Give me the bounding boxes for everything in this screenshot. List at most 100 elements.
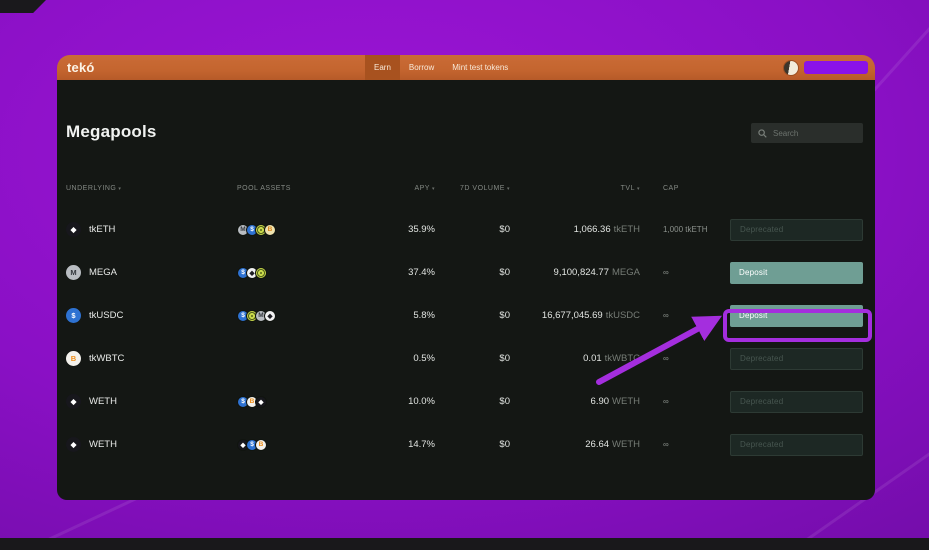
underlying-token-icon: ◆	[66, 437, 81, 452]
app-logo[interactable]: tekó	[67, 60, 95, 75]
underlying-token-name: tkETH	[89, 224, 115, 235]
table-row: $ tkUSDC $M◆ 5.8% $0 16,677,045.69tkUSDC…	[66, 294, 863, 337]
gold-b-coin-icon: B	[264, 224, 276, 236]
nav-item-earn[interactable]: Earn	[365, 55, 400, 80]
action-button[interactable]: Deposit	[730, 262, 863, 284]
pool-assets-cell: M$B	[237, 224, 337, 236]
underlying-cell: B tkWBTC	[66, 351, 237, 366]
action-button: Deprecated	[730, 219, 863, 241]
sort-icon: ▾	[637, 186, 640, 192]
nav-item-mint-test-tokens[interactable]: Mint test tokens	[443, 55, 517, 80]
column-header-apy[interactable]: APY▾	[337, 185, 435, 192]
action-cell: Deprecated	[730, 391, 863, 413]
table-row: ◆ WETH ◆$B 14.7% $0 26.64WETH ∞ Deprecat…	[66, 423, 863, 466]
apy-value: 5.8%	[337, 310, 435, 321]
column-header-underlying[interactable]: UNDERLYING▾	[66, 185, 237, 192]
underlying-cell: ◆ WETH	[66, 394, 237, 409]
underlying-token-icon: B	[66, 351, 81, 366]
underlying-cell: ◆ WETH	[66, 437, 237, 452]
tvl-cell: 1,066.36tkETH	[510, 224, 640, 235]
apy-value: 14.7%	[337, 439, 435, 450]
sort-icon: ▾	[432, 186, 435, 192]
table-row: ◆ tkETH M$B 35.9% $0 1,066.36tkETH 1,000…	[66, 208, 863, 251]
action-button: Deprecated	[730, 391, 863, 413]
search-box[interactable]	[751, 123, 863, 143]
table-row: M MEGA $◆ 37.4% $0 9,100,824.77MEGA ∞ De…	[66, 251, 863, 294]
underlying-cell: M MEGA	[66, 265, 237, 280]
action-cell: Deprecated	[730, 219, 863, 241]
apy-value: 10.0%	[337, 396, 435, 407]
desktop-background: tekó Earn Borrow Mint test tokens Megapo…	[0, 0, 929, 550]
volume-value: $0	[435, 224, 510, 235]
tvl-amount: 6.90	[591, 396, 610, 407]
tvl-cell: 6.90WETH	[510, 396, 640, 407]
search-icon	[758, 129, 767, 138]
volume-value: $0	[435, 310, 510, 321]
tvl-unit: tkETH	[614, 224, 640, 235]
action-button: Deprecated	[730, 348, 863, 370]
cap-value: ∞	[640, 440, 730, 449]
action-button[interactable]: Deposit	[730, 305, 863, 327]
underlying-token-icon: ◆	[66, 222, 81, 237]
underlying-token-name: WETH	[89, 439, 117, 450]
sort-icon: ▾	[118, 186, 121, 192]
wallet-address-redacted[interactable]	[804, 61, 868, 74]
table-body: ◆ tkETH M$B 35.9% $0 1,066.36tkETH 1,000…	[66, 208, 863, 466]
underlying-cell: ◆ tkETH	[66, 222, 237, 237]
megapools-table: UNDERLYING▾ POOL ASSETS APY▾ 7D VOLUME▾ …	[66, 176, 863, 466]
wbtc-coin-icon: B	[255, 439, 267, 451]
volume-value: $0	[435, 439, 510, 450]
eth-white-coin-icon: ◆	[264, 310, 276, 322]
tvl-amount: 1,066.36	[574, 224, 611, 235]
column-header-7d-volume[interactable]: 7D VOLUME▾	[435, 185, 510, 192]
tvl-unit: WETH	[612, 439, 640, 450]
action-cell: Deposit	[730, 305, 863, 327]
app-header: tekó Earn Borrow Mint test tokens	[57, 55, 875, 80]
tvl-unit: MEGA	[612, 267, 640, 278]
column-header-pool-assets: POOL ASSETS	[237, 185, 337, 192]
cap-value: ∞	[640, 268, 730, 277]
underlying-token-name: WETH	[89, 396, 117, 407]
background-bottom-band	[0, 538, 929, 550]
tvl-amount: 9,100,824.77	[554, 267, 609, 278]
action-cell: Deprecated	[730, 348, 863, 370]
underlying-token-name: tkWBTC	[89, 353, 124, 364]
volume-value: $0	[435, 353, 510, 364]
page-title: Megapools	[66, 122, 157, 142]
cap-value: ∞	[640, 397, 730, 406]
search-input[interactable]	[771, 128, 856, 139]
background-corner-patch	[0, 0, 46, 13]
pool-assets-cell: ◆$B	[237, 439, 337, 451]
main-nav: Earn Borrow Mint test tokens	[365, 55, 517, 80]
nav-item-borrow[interactable]: Borrow	[400, 55, 443, 80]
tvl-unit: tkUSDC	[606, 310, 640, 321]
action-cell: Deposit	[730, 262, 863, 284]
tvl-amount: 16,677,045.69	[542, 310, 603, 321]
wallet-avatar[interactable]	[783, 60, 799, 76]
cap-value: ∞	[640, 311, 730, 320]
eth-black-coin-icon: ◆	[255, 396, 267, 408]
pool-assets-cell: $M◆	[237, 310, 337, 322]
apy-value: 35.9%	[337, 224, 435, 235]
column-header-tvl[interactable]: TVL▾	[510, 185, 640, 192]
underlying-token-name: tkUSDC	[89, 310, 123, 321]
pool-assets-cell: $B◆	[237, 396, 337, 408]
wallet-widget[interactable]	[783, 55, 868, 80]
underlying-token-icon: $	[66, 308, 81, 323]
table-row: B tkWBTC 0.5% $0 0.01tkWBTC ∞ Deprecated	[66, 337, 863, 380]
cap-value: 1,000 tkETH	[640, 225, 730, 234]
volume-value: $0	[435, 267, 510, 278]
apy-value: 37.4%	[337, 267, 435, 278]
table-header-row: UNDERLYING▾ POOL ASSETS APY▾ 7D VOLUME▾ …	[66, 176, 863, 200]
sort-icon: ▾	[507, 186, 510, 192]
tvl-unit: WETH	[612, 396, 640, 407]
tvl-cell: 9,100,824.77MEGA	[510, 267, 640, 278]
tvl-unit: tkWBTC	[605, 353, 640, 364]
tvl-cell: 26.64WETH	[510, 439, 640, 450]
tvl-cell: 16,677,045.69tkUSDC	[510, 310, 640, 321]
tvl-cell: 0.01tkWBTC	[510, 353, 640, 364]
cap-value: ∞	[640, 354, 730, 363]
underlying-token-name: MEGA	[89, 267, 117, 278]
column-header-cap: CAP	[640, 185, 730, 192]
apy-value: 0.5%	[337, 353, 435, 364]
